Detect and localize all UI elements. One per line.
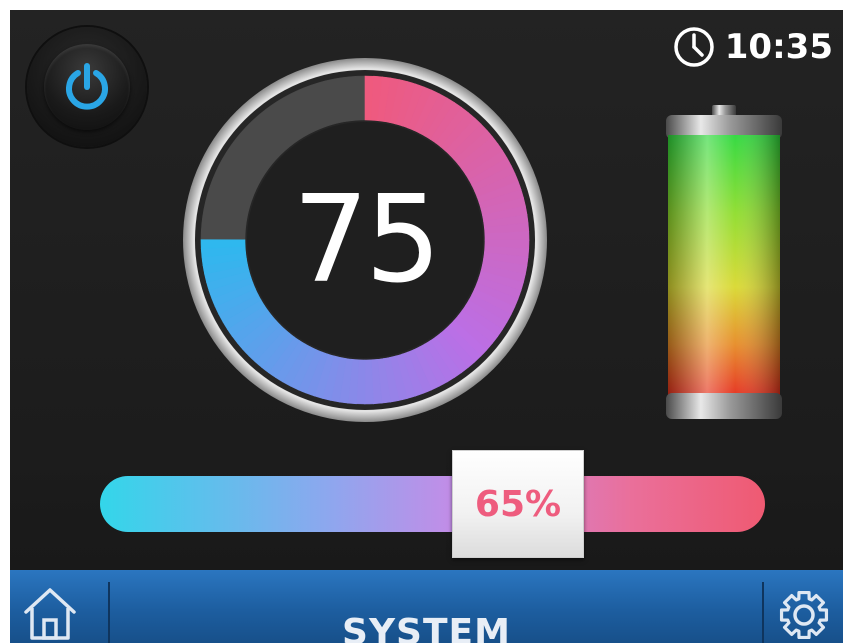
home-button[interactable] xyxy=(20,582,90,643)
clock: 10:35 xyxy=(673,26,833,68)
device-screen: 10:35 75 65% SYSTEM xyxy=(10,10,843,643)
settings-button[interactable] xyxy=(773,582,843,643)
clock-icon xyxy=(674,27,714,67)
slider-thumb[interactable]: 65% xyxy=(452,450,584,558)
bar-title-container: SYSTEM xyxy=(10,570,843,643)
power-button-face[interactable] xyxy=(44,44,130,130)
power-button[interactable] xyxy=(27,27,147,147)
clock-time: 10:35 xyxy=(724,27,833,67)
battery-icon xyxy=(666,105,782,419)
slider-value-label: 65% xyxy=(474,483,562,525)
power-icon xyxy=(66,63,108,110)
divider-left xyxy=(108,582,110,643)
level-dial: 75 xyxy=(180,55,550,425)
battery-indicator xyxy=(660,105,788,420)
bottom-navigation-bar: SYSTEM xyxy=(10,570,843,643)
level-slider[interactable]: 65% xyxy=(100,450,770,560)
divider-right xyxy=(762,582,764,643)
slider-track[interactable] xyxy=(100,476,765,532)
section-title: SYSTEM xyxy=(342,612,511,643)
gear-teeth xyxy=(779,590,829,640)
home-icon xyxy=(24,588,76,640)
dial-value: 75 xyxy=(292,170,442,310)
gear-icon xyxy=(779,590,829,640)
